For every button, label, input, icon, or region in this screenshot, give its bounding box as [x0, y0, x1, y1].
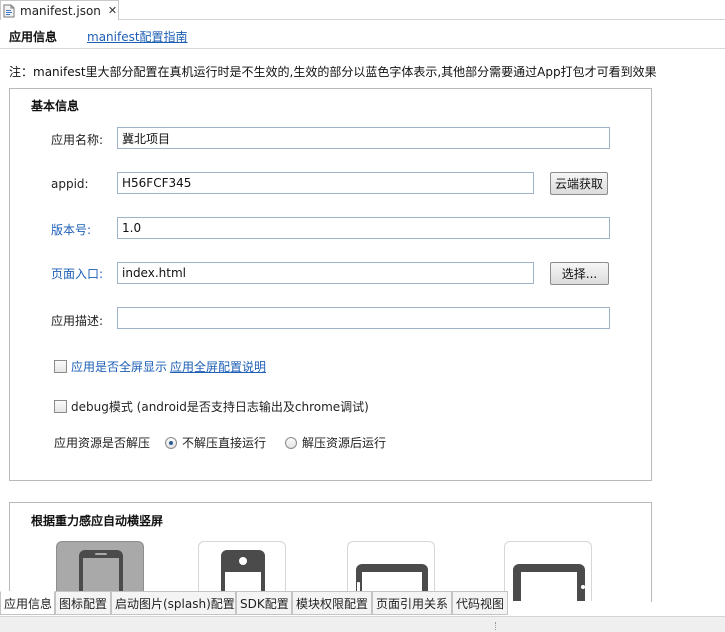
appid-field[interactable]	[117, 172, 534, 194]
version-label: 版本号:	[51, 223, 92, 237]
tab-page-references[interactable]: 页面引用关系	[372, 591, 452, 615]
debug-checkbox[interactable]	[54, 400, 67, 413]
section-nav: 应用信息 manifest配置指南	[0, 21, 725, 49]
status-bar	[0, 616, 725, 632]
app-name-field[interactable]	[117, 127, 610, 149]
tab-code-view[interactable]: 代码视图	[452, 591, 508, 615]
notice-text: 注：manifest里大部分配置在真机运行时是不生效的,生效的部分以蓝色字体表示…	[9, 65, 657, 79]
gravity-title: 根据重力感应自动横竖屏	[31, 514, 164, 528]
tab-icon-config[interactable]: 图标配置	[55, 591, 111, 615]
version-field[interactable]	[117, 217, 610, 239]
fullscreen-checkbox[interactable]	[54, 360, 67, 373]
entry-label: 页面入口:	[51, 267, 104, 281]
debug-label: debug模式 (android是否支持日志输出及chrome调试)	[71, 400, 369, 414]
tab-module-permission[interactable]: 模块权限配置	[292, 591, 372, 615]
manifest-guide-link[interactable]: manifest配置指南	[87, 28, 188, 45]
bottom-tab-bar: 应用信息 图标配置 启动图片(splash)配置 SDK配置 模块权限配置 页面…	[0, 591, 725, 615]
choose-entry-button[interactable]: 选择...	[550, 262, 609, 285]
fullscreen-label: 应用是否全屏显示	[71, 360, 168, 374]
unpack-label: 应用资源是否解压	[54, 436, 151, 450]
entry-field[interactable]	[117, 262, 534, 284]
appid-label: appid:	[51, 177, 89, 191]
tab-app-info[interactable]: 应用信息	[0, 591, 55, 615]
tab-splash-config[interactable]: 启动图片(splash)配置	[111, 591, 236, 615]
radio-button[interactable]	[285, 436, 297, 449]
unpack-option-extract-label: 解压资源后运行	[302, 436, 387, 450]
app-name-label: 应用名称:	[51, 133, 104, 147]
json-file-icon	[3, 4, 16, 18]
unpack-option-extract[interactable]: 解压资源后运行	[285, 434, 386, 451]
manifest-editor: manifest.json ✕ 应用信息 manifest配置指南 注：mani…	[0, 0, 725, 632]
cloud-fetch-button[interactable]: 云端获取	[550, 172, 608, 195]
unpack-option-direct[interactable]: 不解压直接运行	[165, 434, 266, 451]
resize-grip-icon[interactable]	[495, 622, 497, 630]
description-field[interactable]	[117, 307, 610, 329]
basic-info-title: 基本信息	[31, 99, 80, 113]
close-icon[interactable]: ✕	[108, 4, 117, 17]
editor-tab-manifest[interactable]: manifest.json ✕	[0, 0, 119, 20]
unpack-option-direct-label: 不解压直接运行	[182, 436, 267, 450]
tab-strip-divider	[119, 19, 725, 20]
fullscreen-help-link[interactable]: 应用全屏配置说明	[170, 358, 266, 375]
tab-title: manifest.json	[20, 3, 101, 18]
radio-button-selected[interactable]	[165, 436, 177, 449]
nav-app-info[interactable]: 应用信息	[9, 28, 57, 45]
description-label: 应用描述:	[51, 314, 104, 328]
tab-sdk-config[interactable]: SDK配置	[236, 591, 292, 615]
fullscreen-option: 应用是否全屏显示 应用全屏配置说明	[54, 358, 266, 375]
debug-option: debug模式 (android是否支持日志输出及chrome调试)	[54, 398, 369, 415]
